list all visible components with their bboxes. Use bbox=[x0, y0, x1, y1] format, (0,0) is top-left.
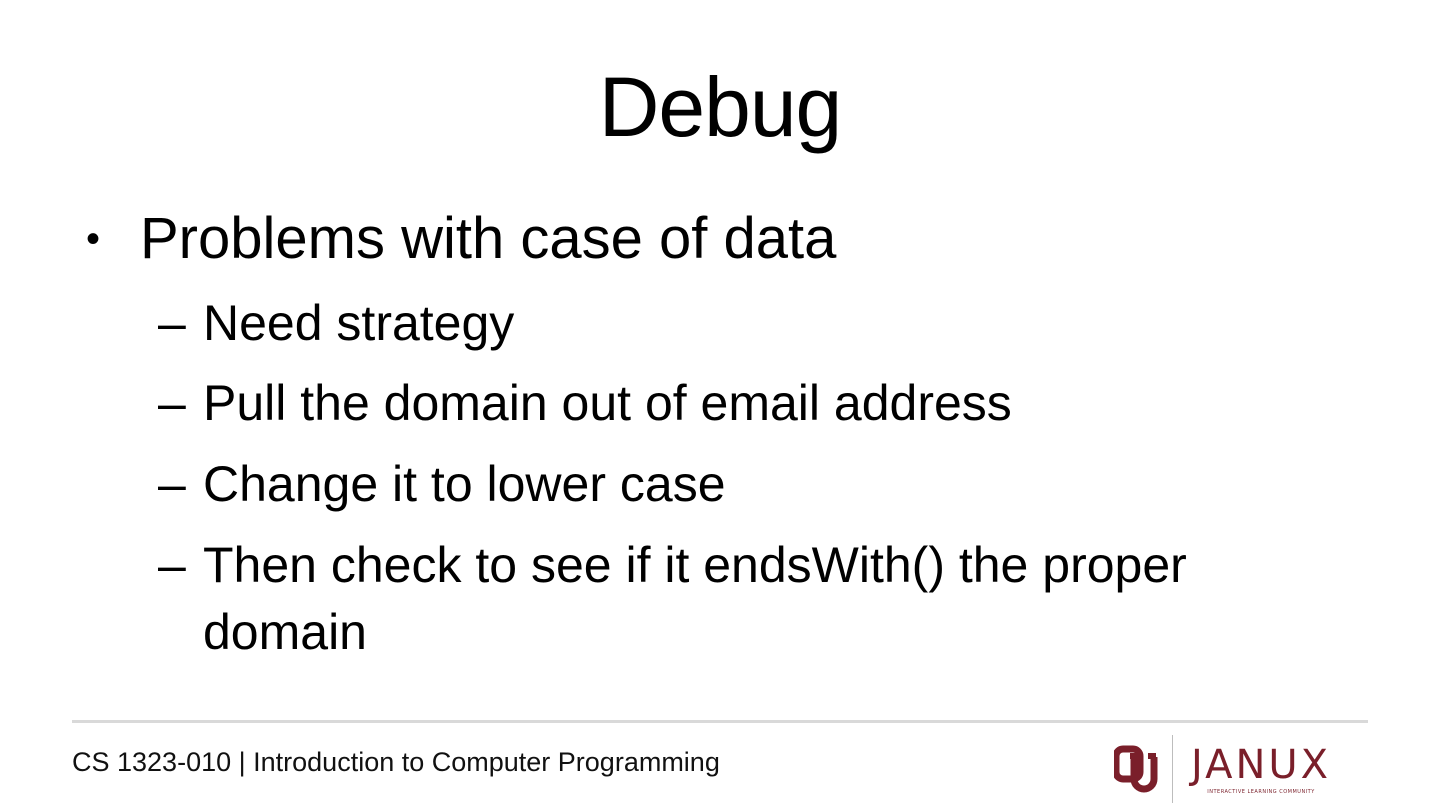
sub-point-marker: – bbox=[158, 456, 186, 512]
sub-point-text: Need strategy bbox=[203, 295, 515, 351]
slide-title: Debug bbox=[598, 60, 843, 154]
sub-point-marker: – bbox=[158, 537, 186, 593]
sub-point-marker: – bbox=[158, 295, 186, 351]
sub-point-text: Then check to see if it endsWith() the p… bbox=[203, 537, 1187, 660]
janux-word: JANUX bbox=[1191, 742, 1332, 788]
footer-divider bbox=[72, 720, 1368, 723]
bullet-marker: • bbox=[86, 217, 101, 261]
sub-point-text: Change it to lower case bbox=[203, 456, 726, 512]
sub-point-text: Pull the domain out of email address bbox=[203, 375, 1012, 431]
ou-logo-icon bbox=[1114, 745, 1158, 793]
slide: Debug • Problems with case of data – Nee… bbox=[0, 0, 1440, 810]
bullet-text: Problems with case of data bbox=[140, 206, 837, 271]
janux-logo: JANUX INTERACTIVE LEARNING COMMUNITY bbox=[1114, 734, 1331, 804]
course-footer: CS 1323-010 | Introduction to Computer P… bbox=[72, 747, 720, 777]
logo-divider bbox=[1172, 735, 1173, 803]
janux-tagline: INTERACTIVE LEARNING COMMUNITY bbox=[1207, 789, 1315, 795]
sub-point: – Change it to lower case bbox=[158, 451, 1313, 518]
bullet-item: • Problems with case of data bbox=[86, 204, 836, 274]
sub-point: – Need strategy bbox=[158, 290, 1313, 357]
sub-point-marker: – bbox=[158, 375, 186, 431]
sub-point: – Then check to see if it endsWith() the… bbox=[158, 532, 1313, 666]
sub-point: – Pull the domain out of email address bbox=[158, 370, 1313, 437]
janux-wordmark: JANUX INTERACTIVE LEARNING COMMUNITY bbox=[1191, 743, 1331, 795]
